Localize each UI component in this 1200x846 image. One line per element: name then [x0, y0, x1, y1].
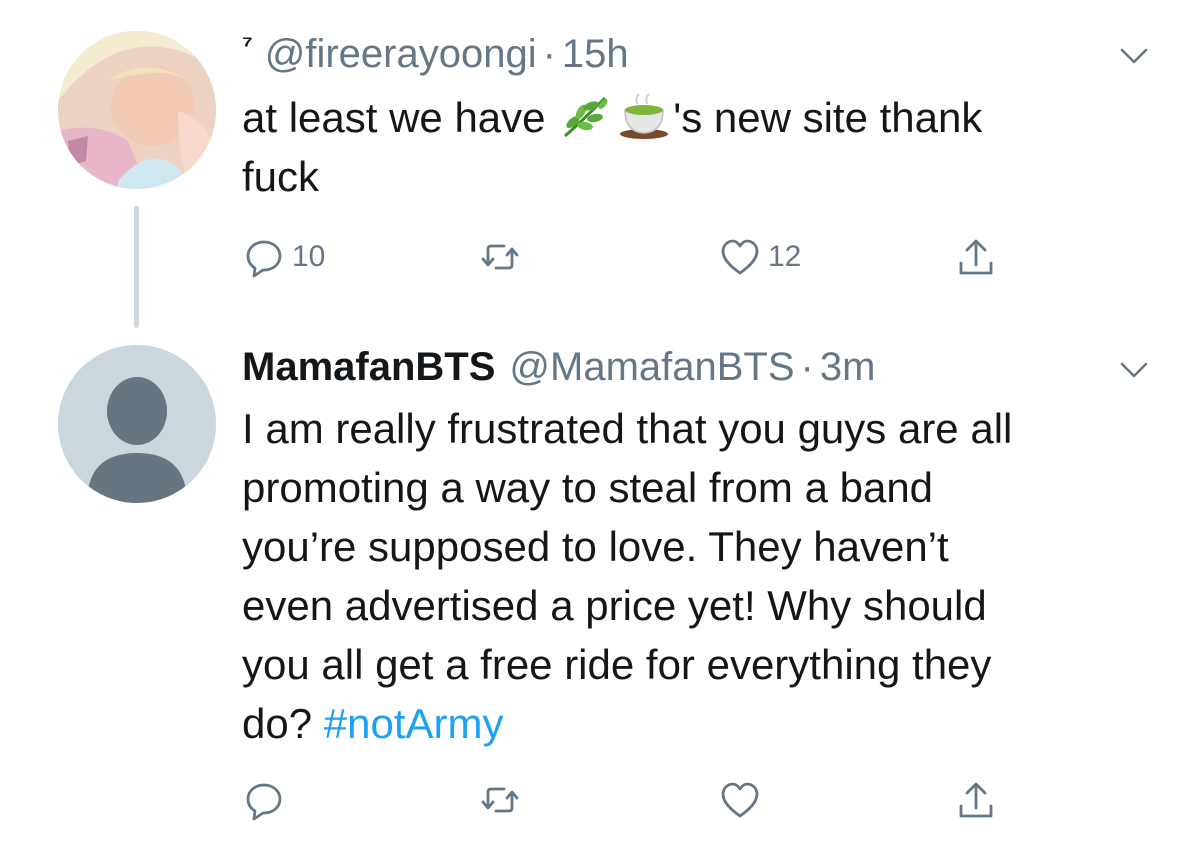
tweet-text: I am really frustrated that you guys are…: [242, 399, 1122, 753]
handle[interactable]: @fireerayoongi: [265, 32, 537, 77]
hashtag-link[interactable]: #notArmy: [324, 700, 504, 747]
retweet-button[interactable]: [478, 775, 528, 825]
reply-button[interactable]: 10: [242, 232, 325, 282]
tweet-actions: [242, 775, 1002, 825]
tweet-actions: 10 12: [242, 232, 1002, 282]
reply-icon: [246, 783, 282, 821]
retweet-button[interactable]: [478, 232, 528, 282]
display-name[interactable]: ⁷: [242, 29, 253, 60]
reply-icon: [246, 240, 282, 278]
retweet-icon: [481, 244, 519, 270]
share-button[interactable]: [954, 775, 998, 825]
separator-dot: ·: [800, 345, 814, 389]
like-count: 12: [768, 240, 802, 273]
share-button[interactable]: [954, 232, 998, 282]
like-button[interactable]: 12: [718, 232, 801, 282]
tweet[interactable]: ⁷ @fireerayoongi · 15h at least we have …: [0, 0, 1200, 335]
tea-cup-emoji: [620, 93, 669, 139]
reply-count: 10: [292, 240, 326, 273]
share-icon: [959, 782, 993, 818]
handle[interactable]: @MamafanBTS: [509, 345, 794, 390]
display-name[interactable]: MamafanBTS: [242, 345, 495, 390]
avatar[interactable]: [58, 31, 216, 189]
reply-button[interactable]: [242, 775, 292, 825]
chevron-down-icon[interactable]: [1114, 36, 1154, 76]
avatar[interactable]: [58, 345, 216, 503]
retweet-icon: [481, 787, 519, 813]
like-icon: [721, 782, 759, 818]
like-button[interactable]: [718, 775, 768, 825]
tweet-header: ⁷ @fireerayoongi · 15h: [242, 29, 629, 82]
timestamp[interactable]: 3m: [820, 345, 876, 390]
tweet-text: at least we have 's new site thank fuck: [242, 88, 1122, 206]
like-icon: [721, 239, 759, 275]
tweet-text-part: at least we have: [242, 94, 558, 141]
thread-connector-line: [134, 206, 139, 328]
tweet[interactable]: MamafanBTS @MamafanBTS · 3m I am really …: [0, 335, 1200, 846]
share-icon: [959, 239, 993, 275]
tweet-header: MamafanBTS @MamafanBTS · 3m: [242, 345, 875, 395]
herb-emoji: [564, 96, 608, 138]
separator-dot: ·: [542, 32, 556, 76]
chevron-down-icon[interactable]: [1114, 350, 1154, 390]
timestamp[interactable]: 15h: [562, 32, 629, 77]
tweet-text-part: I am really frustrated that you guys are…: [242, 405, 1013, 747]
